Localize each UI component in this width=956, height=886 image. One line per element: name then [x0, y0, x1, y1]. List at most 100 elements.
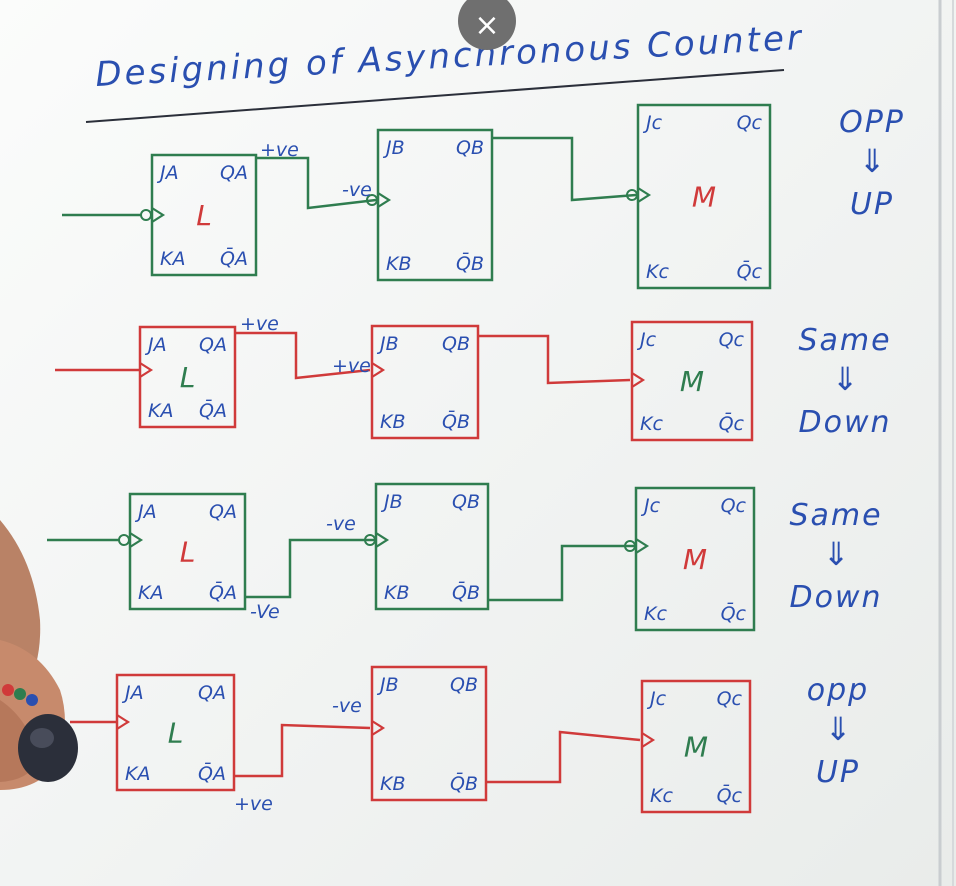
flip-flop-name: L [196, 199, 212, 232]
down-arrow-icon: ⇓ [823, 535, 850, 573]
k-input-label: KB [386, 253, 412, 275]
q-output-label: Qc [719, 329, 745, 351]
flip-flop-name: L [180, 361, 196, 394]
edge-type-label: +ve [234, 793, 273, 815]
edge-type-label: -ve [332, 695, 362, 717]
j-input-label: Jc [636, 329, 657, 351]
k-input-label: KB [380, 411, 406, 433]
counter-row: JA KA QA Q̄A L JB KB QB Q̄B Jc Kc Qc Q̄c M -ve -Ve Same⇓… [47, 482, 882, 632]
clock-triangle-icon [139, 362, 154, 378]
page-title: Designing of Asynchronous Counter [94, 18, 804, 95]
flip-flop-name: M [680, 365, 704, 398]
flip-flop-name: L [168, 717, 184, 750]
k-input-label: Kc [644, 603, 667, 625]
down-arrow-icon: ⇓ [859, 142, 886, 180]
j-input-label: JA [134, 501, 157, 523]
j-input-label: JB [376, 674, 399, 696]
clock-triangle-icon [151, 207, 166, 223]
result-count-direction: Down [798, 405, 891, 440]
k-input-label: KA [125, 763, 150, 785]
q-output-label: Qc [737, 112, 763, 134]
j-input-label: JB [376, 333, 399, 355]
whiteboard: Designing of Asynchronous Counter JA KA QA… [0, 0, 956, 886]
flip-flop-name: M [692, 181, 716, 214]
clock-triangle-icon [631, 372, 646, 388]
flip-flop-name: M [684, 731, 708, 764]
qbar-output-label: Q̄A [198, 761, 226, 785]
clock-triangle-icon [637, 187, 652, 203]
q-output-label: QB [450, 674, 478, 696]
edge-type-label: +ve [240, 313, 279, 335]
flip-flop-name: L [180, 536, 196, 569]
edge-type-label: -ve [342, 179, 372, 201]
k-input-label: KB [380, 773, 406, 795]
k-input-label: KA [138, 582, 163, 604]
counter-diagram: Designing of Asynchronous Counter JA KA QA… [47, 0, 954, 886]
clock-triangle-icon [116, 714, 131, 730]
j-input-label: JB [380, 491, 403, 513]
stage-connection-wire [492, 136, 637, 202]
q-output-label: QA [199, 334, 227, 356]
flip-flop-name: M [683, 543, 707, 576]
qbar-output-label: Q̄c [721, 601, 747, 625]
result-relation-label: opp [807, 673, 869, 708]
stage-connection-wire [234, 723, 371, 778]
edge-type-label: +ve [332, 355, 371, 377]
j-input-label: Jc [646, 688, 667, 710]
stage-connection-wire [488, 544, 634, 602]
result-count-direction: UP [816, 755, 860, 790]
j-input-label: JA [144, 334, 167, 356]
k-input-label: Kc [646, 261, 669, 283]
j-input-label: JB [382, 137, 405, 159]
clock-triangle-icon [635, 538, 650, 554]
clock-triangle-icon [375, 532, 390, 548]
k-input-label: KB [384, 582, 410, 604]
qbar-output-label: Q̄A [220, 246, 248, 270]
result-count-direction: Down [789, 580, 882, 615]
result-relation-label: Same [789, 498, 882, 533]
edge-type-label: +ve [260, 139, 299, 161]
q-output-label: QA [220, 162, 248, 184]
negative-edge-bubble-icon [118, 534, 130, 546]
k-input-label: KA [148, 400, 173, 422]
qbar-output-label: Q̄B [456, 251, 484, 275]
close-icon: × [474, 8, 500, 43]
q-output-label: QB [456, 137, 484, 159]
qbar-output-label: Q̄B [450, 771, 478, 795]
clock-triangle-icon [641, 732, 656, 748]
j-input-label: JA [156, 162, 179, 184]
qbar-output-label: Q̄B [442, 409, 470, 433]
k-input-label: Kc [650, 785, 673, 807]
q-output-label: Qc [717, 688, 743, 710]
q-output-label: QB [452, 491, 480, 513]
result-relation-label: OPP [839, 105, 905, 140]
qbar-output-label: Q̄A [209, 580, 237, 604]
down-arrow-icon: ⇓ [825, 710, 852, 748]
k-input-label: KA [160, 248, 185, 270]
qbar-output-label: Q̄B [452, 580, 480, 604]
clock-triangle-icon [129, 532, 144, 548]
stage-connection-wire [245, 538, 374, 599]
clock-triangle-icon [371, 362, 386, 378]
qbar-output-label: Q̄c [719, 411, 745, 435]
j-input-label: Jc [640, 495, 661, 517]
clock-triangle-icon [371, 720, 386, 736]
j-input-label: JA [121, 682, 144, 704]
qbar-output-label: Q̄c [717, 783, 743, 807]
counter-rows: JAKAQAQ̄ALJBKBQBQ̄BJcKcQcQ̄cM+ve-veOPP⇓U… [47, 103, 905, 815]
result-count-direction: UP [850, 187, 894, 222]
clock-triangle-icon [377, 192, 392, 208]
result-relation-label: Same [798, 323, 891, 358]
qbar-output-label: Q̄A [199, 398, 227, 422]
q-output-label: QA [198, 682, 226, 704]
qbar-output-label: Q̄c [737, 259, 763, 283]
edge-type-label: -Ve [250, 601, 280, 623]
q-output-label: Qc [721, 495, 747, 517]
j-input-label: Jc [642, 112, 663, 134]
counter-row: JA KA QA Q̄A L JB KB QB Q̄B Jc Kc Qc Q̄c M +ve -ve OPP⇓ U… [62, 103, 905, 290]
counter-row: JA KA QA Q̄AL JB KB QB Q̄B Jc Kc Qc Q̄c M +ve +ve Same⇓… [55, 313, 891, 442]
edge-type-label: -ve [326, 513, 356, 535]
down-arrow-icon: ⇓ [832, 360, 859, 398]
counter-row: JA KA QA Q̄A L JB KB QB Q̄B Jc Kc Qc Q̄c M -ve +ve opp⇓ U… [70, 665, 869, 815]
stage-connection-wire [486, 730, 641, 784]
